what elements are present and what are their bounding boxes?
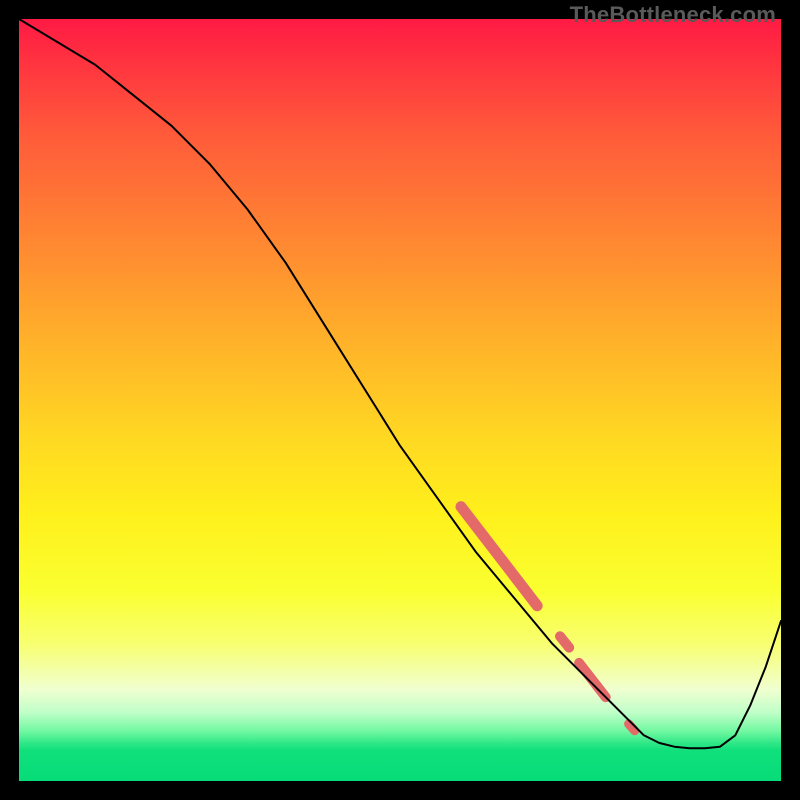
highlight-layer [461,507,635,731]
highlight-segment [461,507,537,606]
chart-svg [19,19,781,781]
highlight-segment [560,636,569,647]
main-curve [19,19,781,748]
